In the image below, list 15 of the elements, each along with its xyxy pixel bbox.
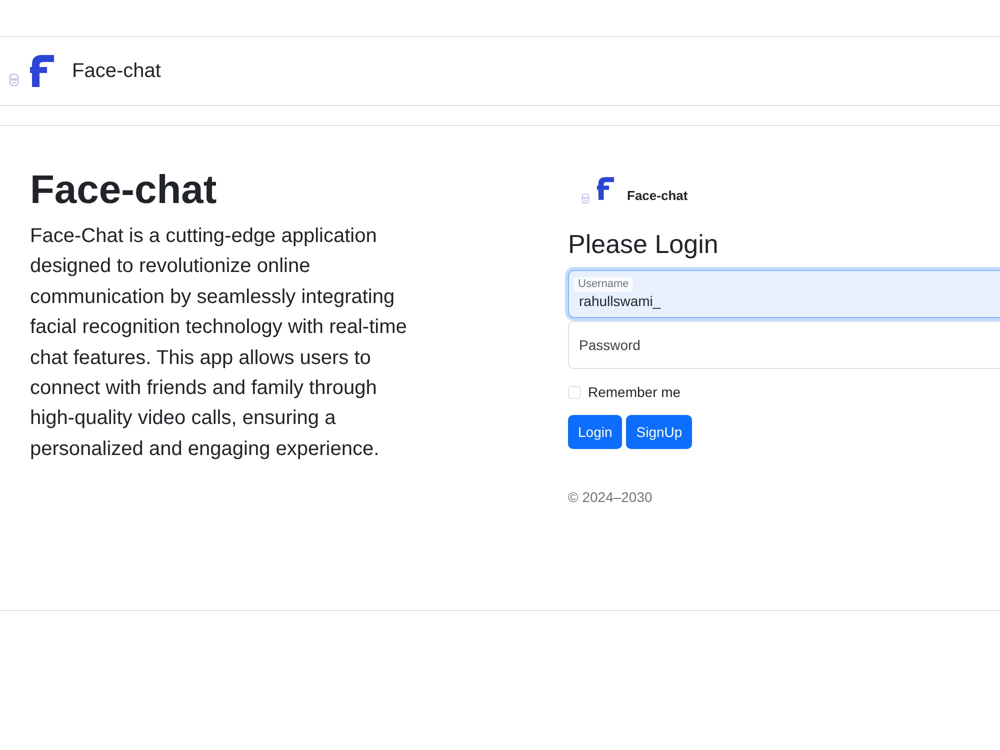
field-label: Username — [574, 277, 633, 292]
login-button[interactable]: Login — [568, 415, 622, 450]
description-paragraph: Face-Chat is a cutting-edge application designed to revolutionize online communication by seamlessly integrating facial recognition technology with real-time chat features. This app allows users to connect with friends and family through high-quality video calls, ensuring a personalized and engaging experience. — [30, 224, 408, 462]
face-icon — [7, 73, 21, 87]
form-brand-name: Face-chat — [627, 189, 688, 202]
password-field[interactable]: Password — [568, 321, 1000, 370]
signup-button[interactable]: SignUp — [626, 415, 692, 450]
brand-name[interactable]: Face-chat — [72, 61, 161, 81]
remember-me-label[interactable]: Remember me — [588, 385, 681, 400]
page-heading: Face-chat — [30, 167, 217, 214]
face-icon — [580, 193, 591, 204]
copyright-text: © 2024–2030 — [568, 490, 652, 504]
login-heading: Please Login — [568, 229, 718, 260]
logo-icon — [30, 55, 54, 87]
remember-me-checkbox[interactable] — [568, 386, 581, 399]
